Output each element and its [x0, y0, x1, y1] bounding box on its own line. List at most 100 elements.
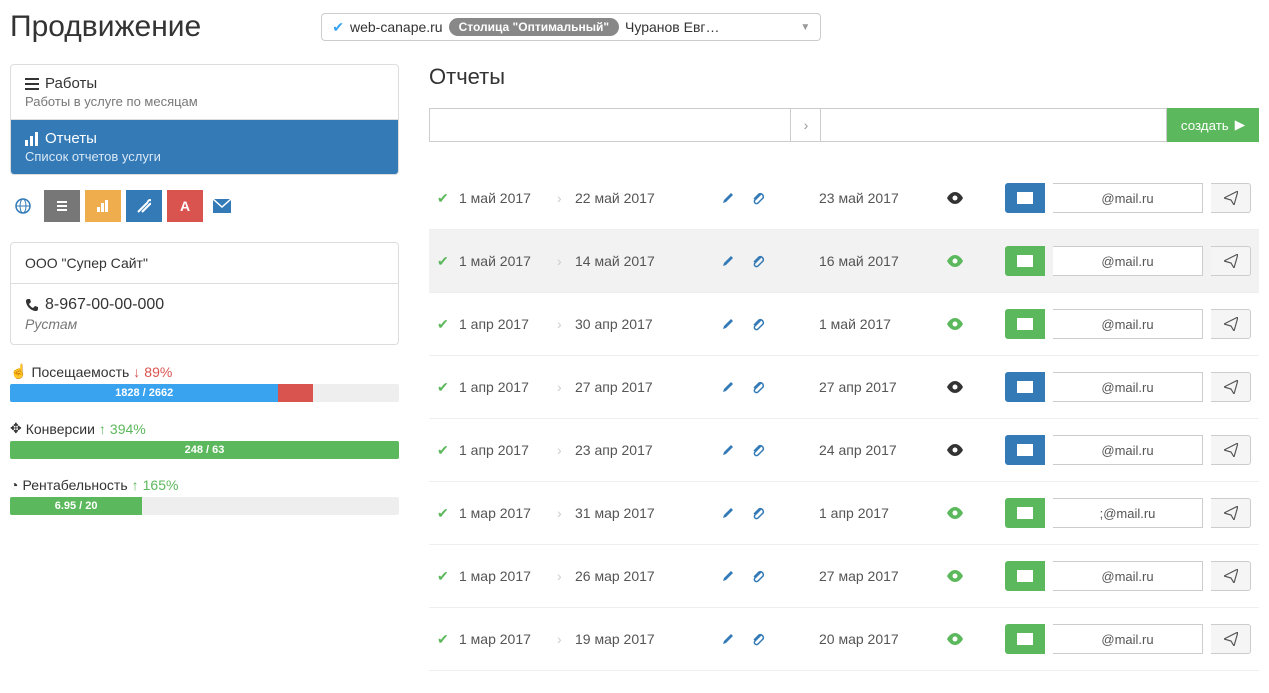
toolbar: A: [10, 190, 399, 222]
envelope-button[interactable]: [1005, 372, 1045, 402]
stat-bar: 248 / 63: [10, 441, 399, 459]
email-input[interactable]: [1053, 624, 1203, 654]
bar-value: 1828 / 2662: [10, 384, 278, 402]
bar-value: 248 / 63: [10, 441, 399, 459]
attachment-icon[interactable]: [751, 443, 773, 457]
settings-button[interactable]: [44, 190, 80, 222]
phone-number: 8-967-00-00-000: [45, 296, 164, 314]
mail-icon[interactable]: [213, 199, 243, 213]
send-button[interactable]: [1211, 183, 1251, 213]
create-button[interactable]: создать ▶: [1167, 108, 1259, 142]
phone-icon: [25, 298, 39, 312]
report-row: ✔1 апр 2017›30 апр 20171 май 2017: [429, 293, 1259, 356]
report-row: ✔1 апр 2017›23 апр 201724 апр 2017: [429, 419, 1259, 482]
project-domain: web-canape.ru: [350, 19, 443, 35]
bar-value: 6.95 / 20: [10, 497, 142, 515]
eye-icon[interactable]: [947, 381, 969, 393]
envelope-button[interactable]: [1005, 498, 1045, 528]
eye-icon[interactable]: [947, 570, 969, 582]
eye-icon[interactable]: [947, 318, 969, 330]
attachment-icon[interactable]: [751, 317, 773, 331]
sidebar-item-works[interactable]: Работы Работы в услуге по месяцам: [11, 65, 398, 120]
stat-bar: 6.95 / 20: [10, 497, 399, 515]
eye-icon[interactable]: [947, 192, 969, 204]
reports-list: ✔1 май 2017›22 май 201723 май 2017✔1 май…: [429, 167, 1259, 671]
send-button[interactable]: [1211, 624, 1251, 654]
envelope-button[interactable]: [1005, 183, 1045, 213]
email-input[interactable]: [1053, 246, 1203, 276]
stats-button[interactable]: [85, 190, 121, 222]
envelope-button[interactable]: [1005, 561, 1045, 591]
eye-icon[interactable]: [947, 633, 969, 645]
send-button[interactable]: [1211, 246, 1251, 276]
date-to: 22 май 2017: [575, 190, 675, 206]
edit-icon[interactable]: [721, 443, 743, 457]
project-manager: Чуранов Евг…: [625, 19, 719, 35]
stat-bar: 1828 / 2662: [10, 384, 399, 402]
check-icon: ✔: [437, 190, 451, 207]
envelope-button[interactable]: [1005, 624, 1045, 654]
sent-date: 23 май 2017: [819, 190, 939, 206]
check-icon: ✔: [437, 253, 451, 270]
attachment-icon[interactable]: [751, 380, 773, 394]
chevron-right-icon: ›: [557, 190, 567, 206]
envelope-button[interactable]: [1005, 435, 1045, 465]
email-input[interactable]: [1053, 561, 1203, 591]
alert-button[interactable]: A: [167, 190, 203, 222]
edit-icon[interactable]: [721, 569, 743, 583]
report-row: ✔1 мар 2017›31 мар 20171 апр 2017: [429, 482, 1259, 545]
attachment-icon[interactable]: [751, 632, 773, 646]
project-selector[interactable]: ✔ web-canape.ru Столица "Оптимальный" Чу…: [321, 13, 821, 41]
globe-icon[interactable]: [15, 198, 39, 214]
send-button[interactable]: [1211, 498, 1251, 528]
eye-icon[interactable]: [947, 507, 969, 519]
edit-icon[interactable]: [721, 632, 743, 646]
sidebar-item-sub: Список отчетов услуги: [25, 149, 384, 164]
arrow-up-icon: ↑: [132, 477, 139, 493]
eye-icon[interactable]: [947, 444, 969, 456]
send-button[interactable]: [1211, 561, 1251, 591]
chevron-right-icon: ›: [557, 442, 567, 458]
sidebar-item-label: Отчеты: [45, 130, 97, 147]
check-icon: ✔: [437, 316, 451, 333]
report-row: ✔1 май 2017›22 май 201723 май 2017: [429, 167, 1259, 230]
email-input[interactable]: [1053, 183, 1203, 213]
report-row: ✔1 май 2017›14 май 201716 май 2017: [429, 230, 1259, 293]
email-input[interactable]: [1053, 372, 1203, 402]
check-icon: ✔: [437, 379, 451, 396]
stat-conversions: ✥ Конверсии ↑ 394% 248 / 63: [10, 420, 399, 459]
play-icon: ▶: [1235, 117, 1245, 133]
attachment-icon[interactable]: [751, 506, 773, 520]
attachment-icon[interactable]: [751, 254, 773, 268]
stat-label: Рентабельность: [22, 477, 127, 493]
email-input[interactable]: [1053, 435, 1203, 465]
send-button[interactable]: [1211, 309, 1251, 339]
email-input[interactable]: [1053, 498, 1203, 528]
edit-icon[interactable]: [721, 254, 743, 268]
caret-down-icon: ▼: [800, 22, 810, 33]
edit-icon[interactable]: [721, 380, 743, 394]
email-input[interactable]: [1053, 309, 1203, 339]
eye-icon[interactable]: [947, 255, 969, 267]
envelope-button[interactable]: [1005, 246, 1045, 276]
edit-icon[interactable]: [721, 317, 743, 331]
arrow-up-icon: ↑: [99, 421, 106, 437]
send-button[interactable]: [1211, 372, 1251, 402]
attachment-icon[interactable]: [751, 569, 773, 583]
chevron-right-icon: ›: [791, 108, 821, 142]
stat-pct: 165%: [143, 477, 179, 493]
edit-icon[interactable]: [721, 191, 743, 205]
date-to-input[interactable]: [821, 108, 1166, 142]
send-button[interactable]: [1211, 435, 1251, 465]
edit-icon[interactable]: [721, 506, 743, 520]
sidebar-item-reports[interactable]: Отчеты Список отчетов услуги: [11, 120, 398, 174]
sent-date: 27 мар 2017: [819, 568, 939, 584]
chevron-right-icon: ›: [557, 631, 567, 647]
tools-button[interactable]: [126, 190, 162, 222]
date-from-input[interactable]: [429, 108, 791, 142]
check-icon: ✔: [437, 568, 451, 585]
project-tariff: Столица "Оптимальный": [449, 18, 619, 36]
envelope-button[interactable]: [1005, 309, 1045, 339]
date-to: 27 апр 2017: [575, 379, 675, 395]
attachment-icon[interactable]: [751, 191, 773, 205]
